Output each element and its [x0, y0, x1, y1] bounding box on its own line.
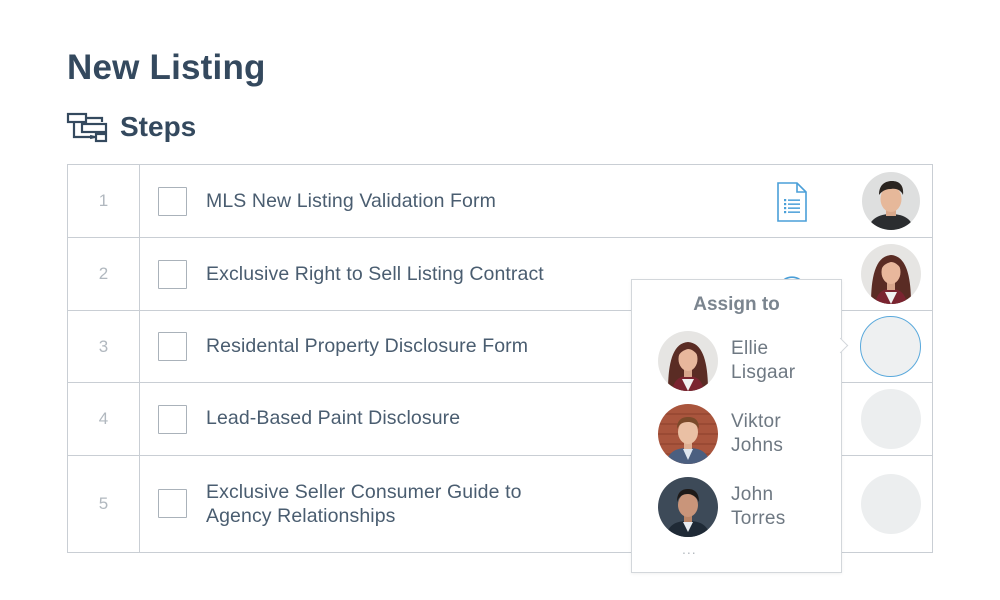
step-label-line: Agency Relationships — [206, 505, 396, 527]
step-label[interactable]: Residental Property Disclosure Form — [206, 334, 528, 358]
assign-button[interactable] — [861, 389, 921, 449]
step-checkbox[interactable] — [158, 405, 187, 434]
assignee-option[interactable]: John Torres — [658, 476, 838, 538]
assignee-first-name: John — [731, 484, 774, 505]
assignee-photo — [658, 404, 718, 464]
step-checkbox[interactable] — [158, 489, 187, 518]
step-number: 3 — [68, 311, 140, 382]
step-number: 1 — [68, 165, 140, 237]
step-label[interactable]: Exclusive Right to Sell Listing Contract — [206, 262, 544, 286]
assignee-option[interactable]: Ellie Lisgaar — [658, 330, 838, 392]
step-label-line: Exclusive Seller Consumer Guide to — [206, 481, 522, 503]
assignee-name: John Torres — [731, 483, 786, 531]
step-number: 4 — [68, 383, 140, 455]
document-icon[interactable] — [776, 181, 808, 223]
assignee-first-name: Ellie — [731, 338, 769, 359]
more-assignees-indicator[interactable]: ... — [682, 541, 697, 557]
step-checkbox[interactable] — [158, 187, 187, 216]
assignee-last-name: Johns — [731, 435, 784, 456]
step-label[interactable]: MLS New Listing Validation Form — [206, 189, 496, 213]
page-title: New Listing — [67, 48, 266, 87]
assignee-last-name: Torres — [731, 508, 786, 529]
assign-popup: Assign to Ellie Lisgaar Viktor Johns Joh… — [631, 279, 842, 573]
assignee-avatar[interactable] — [862, 172, 920, 230]
step-label[interactable]: Lead-Based Paint Disclosure — [206, 406, 460, 430]
steps-header: Steps — [66, 110, 196, 144]
assignee-first-name: Viktor — [731, 411, 782, 432]
assignee-photo — [658, 331, 718, 391]
step-row: 1 MLS New Listing Validation Form — [68, 165, 932, 238]
assignee-option[interactable]: Viktor Johns — [658, 403, 838, 465]
workflow-steps-icon — [66, 112, 108, 143]
assign-button[interactable] — [861, 474, 921, 534]
step-checkbox[interactable] — [158, 260, 187, 289]
assignee-avatar[interactable] — [861, 244, 921, 304]
assignee-photo — [658, 477, 718, 537]
assignee-name: Viktor Johns — [731, 410, 783, 458]
assignee-name: Ellie Lisgaar — [731, 337, 795, 385]
assignee-last-name: Lisgaar — [731, 362, 796, 383]
step-number: 5 — [68, 456, 140, 552]
assign-button-active[interactable] — [860, 316, 921, 377]
assign-popup-title: Assign to — [693, 294, 780, 315]
step-label[interactable]: Exclusive Seller Consumer Guide to Agenc… — [206, 480, 522, 528]
steps-label: Steps — [120, 111, 197, 142]
step-number: 2 — [68, 238, 140, 310]
step-checkbox[interactable] — [158, 332, 187, 361]
